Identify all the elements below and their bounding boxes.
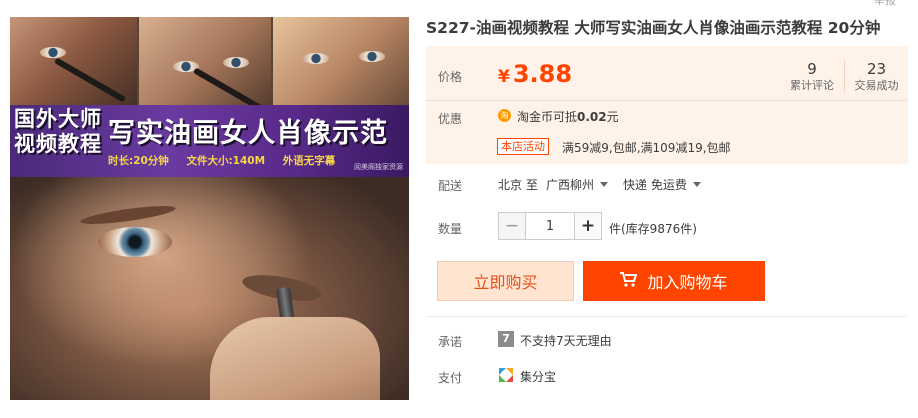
quantity-input[interactable] [525, 213, 575, 239]
chevron-down-icon [692, 182, 701, 187]
price-panel: 价格 ¥3.88 9 累计评论 23 交易成功 优惠 淘 淘金币可抵0.02元 … [426, 46, 908, 164]
promo-label: 优惠 [438, 112, 463, 126]
decrease-button[interactable]: − [499, 213, 525, 239]
add-to-cart-button[interactable]: 加入购物车 [583, 261, 765, 301]
jifenbao-icon [498, 367, 514, 383]
cart-icon [620, 271, 638, 291]
delivery-destination-dropdown[interactable]: 广西柳州 [546, 176, 609, 193]
image-left-title: 国外大师 视频教程 [14, 107, 102, 156]
thumb-eye [303, 53, 329, 64]
portrait-painting [10, 177, 409, 400]
delivery-label: 配送 [438, 179, 463, 193]
quantity-label: 数量 [438, 222, 463, 236]
product-title: S227-油画视频教程 大师写实油画女人肖像油画示范教程 20分钟 [426, 19, 881, 37]
thumb-eye [223, 57, 249, 68]
promise-text: 不支持7天无理由 [520, 334, 612, 348]
coin-deduction-text: 淘金币可抵0.02元 [517, 110, 619, 124]
shipping-method-dropdown[interactable]: 快递 免运费 [623, 176, 701, 193]
price-value: ¥3.88 [498, 60, 573, 88]
portrait-brow [79, 202, 177, 228]
image-watermark: 阅美阁独家资源 [354, 163, 403, 171]
delivery-from: 北京 至 [498, 178, 538, 192]
taobao-coin-icon: 淘 [498, 109, 511, 122]
thumb-eye [40, 47, 66, 58]
report-link[interactable]: 举报 [874, 0, 896, 8]
promise-label: 承诺 [438, 335, 463, 349]
sales-count-stat: 23 交易成功 [844, 60, 908, 93]
store-activity-text: 满59减9,包邮,满109减19,包邮 [562, 141, 731, 155]
stock-text: 件(库存9876件) [609, 222, 697, 236]
image-title-band: 国外大师 视频教程 写实油画女人肖像示范 时长:20分钟 文件大小:140M 外… [10, 105, 409, 177]
seven-day-icon: 7 [498, 331, 514, 347]
payment-text: 集分宝 [520, 370, 557, 384]
store-activity-badge[interactable]: 本店活动 [497, 138, 549, 155]
thumb-brush [53, 57, 127, 103]
increase-button[interactable]: + [575, 213, 601, 239]
portrait-eye [98, 227, 172, 257]
portrait-hand [210, 317, 380, 400]
image-main-title: 写实油画女人肖像示范 [108, 118, 388, 149]
thumb-eye [359, 51, 385, 62]
stats: 9 累计评论 23 交易成功 [780, 60, 908, 93]
chevron-down-icon [600, 182, 609, 187]
add-to-cart-label: 加入购物车 [647, 273, 728, 292]
payment-label: 支付 [438, 371, 463, 385]
price-label: 价格 [438, 70, 463, 84]
product-image[interactable]: 国外大师 视频教程 写实油画女人肖像示范 时长:20分钟 文件大小:140M 外… [10, 17, 409, 400]
review-count-stat[interactable]: 9 累计评论 [780, 60, 844, 93]
buy-now-button[interactable]: 立即购买 [437, 261, 574, 301]
image-spec-row: 时长:20分钟 文件大小:140M 外语无字幕 [108, 155, 336, 167]
panel-divider [426, 100, 908, 101]
section-divider [426, 316, 908, 317]
quantity-stepper: − + [498, 212, 602, 240]
